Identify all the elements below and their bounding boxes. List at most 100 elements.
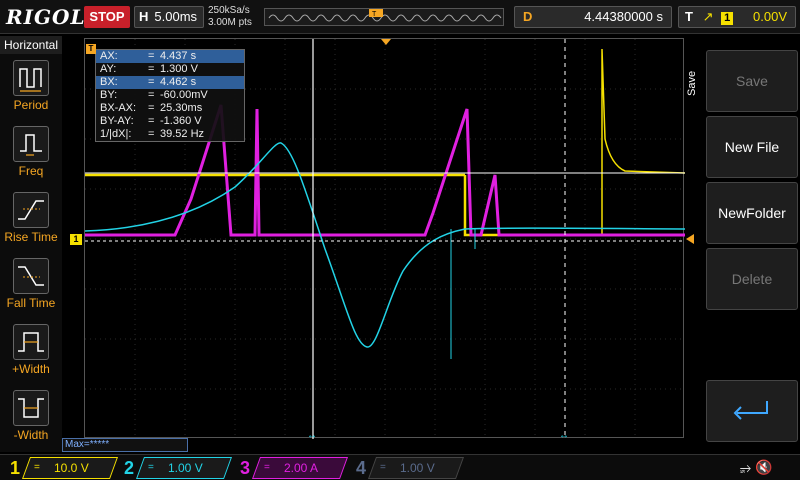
save-menu-title: Save: [686, 70, 698, 96]
run-stop-button[interactable]: STOP: [84, 6, 130, 28]
measure-period-button[interactable]: Period: [0, 54, 62, 118]
channel-3-coupling: =: [264, 462, 270, 473]
channel-4-status[interactable]: 4 = 1.00 V: [350, 457, 465, 479]
cursor-readout-equals: =: [148, 128, 155, 140]
acquisition-info: 250kSa/s 3.00M pts: [208, 5, 252, 29]
frequency-icon: [13, 126, 49, 162]
cursor-readout-row: BY: = -60.00mV: [96, 89, 244, 102]
channel-1-status[interactable]: 1 = 10.0 V: [4, 457, 119, 479]
period-icon: [13, 60, 49, 96]
cursor-readout-name: AX:: [100, 50, 118, 62]
trigger-source: 1: [721, 12, 734, 25]
delay-label: D: [523, 9, 533, 24]
ch1-offset-marker[interactable]: 1: [70, 234, 82, 245]
brand-logo: RIGOL: [6, 5, 86, 29]
cursor-readout-equals: =: [148, 76, 155, 88]
cursor-readout-value: 39.52 Hz: [160, 128, 205, 140]
measurement-result-bar: Max=*****: [62, 438, 188, 452]
timebase-label: H: [139, 9, 149, 24]
measure-rise-time-button[interactable]: Rise Time: [0, 186, 62, 250]
rising-edge-icon: ↗: [702, 9, 714, 24]
measure-positive-width-button[interactable]: +Width: [0, 318, 62, 382]
channel-4-scale: 1.00 V: [400, 461, 435, 475]
save-button[interactable]: Save: [706, 50, 798, 112]
measure-fall-time-label: Fall Time: [6, 296, 56, 310]
speaker-muted-icon[interactable]: 🔇: [755, 459, 772, 475]
cursor-readout-value: 4.437 s: [160, 50, 197, 62]
usb-icon: ⭈: [740, 459, 752, 475]
positive-width-icon: [13, 324, 49, 360]
trigger-position-marker: [381, 39, 391, 45]
timebase-indicator[interactable]: H 5.00ms: [134, 6, 204, 28]
save-menu: Save Save New File NewFolder Delete: [686, 38, 800, 452]
channel-1-scale: 10.0 V: [54, 461, 89, 475]
channel-2-coupling: =: [148, 462, 154, 473]
ch1-spike: [601, 48, 685, 235]
cursor-readout-equals: =: [148, 63, 155, 75]
cursor-readout-name: BX:: [100, 76, 118, 88]
delete-button[interactable]: Delete: [706, 248, 798, 310]
cursor-readout-value: -1.360 V: [160, 115, 202, 127]
ch2-glitch: [450, 229, 476, 359]
negative-width-icon: [13, 390, 49, 426]
horizontal-measure-menu: Horizontal Period Freq Rise Time Fall Ti…: [0, 36, 62, 452]
cursor-readout-equals: =: [148, 50, 155, 62]
cursor-readout-name: BY-AY:: [100, 115, 134, 127]
trigger-level: 0.00V: [753, 9, 787, 24]
return-button[interactable]: [706, 380, 798, 442]
left-menu-title: Horizontal: [0, 36, 62, 54]
new-folder-button[interactable]: NewFolder: [706, 182, 798, 244]
cursor-readout-value: 25.30ms: [160, 102, 203, 114]
cursor-readout-panel: AX: = 4.437 s AY: = 1.300 V BX: = 4.462 s BY: = -60…: [95, 49, 245, 142]
channel-3-status[interactable]: 3 = 2.00 A: [234, 457, 349, 479]
cursor-readout-equals: =: [148, 115, 155, 127]
sample-rate: 250kSa/s: [208, 5, 250, 16]
cursor-readout-name: AY:: [100, 63, 117, 75]
measure-fall-time-button[interactable]: Fall Time: [0, 252, 62, 316]
timebase-value: 5.00ms: [154, 9, 198, 24]
rise-time-icon: [13, 192, 49, 228]
cursor-readout-equals: =: [148, 102, 155, 114]
measure-positive-width-label: +Width: [12, 362, 50, 376]
timeline-trigger-marker-label: T: [372, 11, 377, 18]
cursor-readout-row: BY-AY: = -1.360 V: [96, 115, 244, 128]
new-file-button[interactable]: New File: [706, 116, 798, 178]
usb-status: ⭈ 🔇: [740, 459, 773, 476]
cursor-readout-name: 1/|dX|:: [100, 128, 132, 140]
channel-2-status[interactable]: 2 = 1.00 V: [118, 457, 233, 479]
memory-depth: 3.00M pts: [208, 17, 252, 28]
trigger-indicator[interactable]: T ↗ 1 0.00V: [678, 6, 796, 28]
cursor-a-marker: ↔: [307, 430, 317, 439]
measure-rise-time-label: Rise Time: [4, 230, 58, 244]
cursor-readout-row: BX-AX: = 25.30ms: [96, 102, 244, 115]
cursor-readout-name: BX-AX:: [100, 102, 137, 114]
cursor-readout-row: AX: = 4.437 s: [96, 50, 244, 63]
measure-frequency-label: Freq: [18, 164, 44, 178]
fall-time-icon: [13, 258, 49, 294]
cursor-readout-value: 1.300 V: [160, 63, 198, 75]
delay-value: 4.44380000 s: [584, 9, 663, 24]
trigger-label: T: [685, 9, 693, 24]
memory-timeline-bar[interactable]: T: [264, 8, 504, 26]
channel-1-coupling: =: [34, 462, 40, 473]
channel-3-scale: 2.00 A: [284, 461, 319, 475]
measure-period-label: Period: [13, 98, 49, 112]
cursor-readout-value: -60.00mV: [160, 89, 208, 101]
channel-status-bar: 1 = 10.0 V 2 = 1.00 V 3 = 2.00 A 4 = 1.0…: [0, 454, 800, 480]
measure-negative-width-button[interactable]: -Width: [0, 384, 62, 448]
top-status-bar: RIGOL STOP H 5.00ms 250kSa/s 3.00M pts T …: [0, 0, 800, 34]
cursor-readout-value: 4.462 s: [160, 76, 197, 88]
timeline-waveform-icon: T: [268, 9, 502, 22]
cursor-readout-name: BY:: [100, 89, 118, 101]
cursor-readout-row: BX: = 4.462 s: [96, 76, 244, 89]
measure-negative-width-label: -Width: [13, 428, 49, 442]
horizontal-delay-indicator[interactable]: D 4.44380000 s: [514, 6, 672, 28]
waveform-display[interactable]: ↔ ↔ AX: = 4.437 s AY: = 1.300 V BX: = 4.462 s BY:…: [84, 38, 685, 439]
channel-2-scale: 1.00 V: [168, 461, 203, 475]
trigger-level-marker[interactable]: T: [86, 44, 96, 54]
return-arrow-icon: [733, 401, 768, 420]
cursor-readout-row: 1/|dX|: = 39.52 Hz: [96, 128, 244, 141]
measure-frequency-button[interactable]: Freq: [0, 120, 62, 184]
cursor-readout-row: AY: = 1.300 V: [96, 63, 244, 76]
channel-4-coupling: =: [380, 462, 386, 473]
